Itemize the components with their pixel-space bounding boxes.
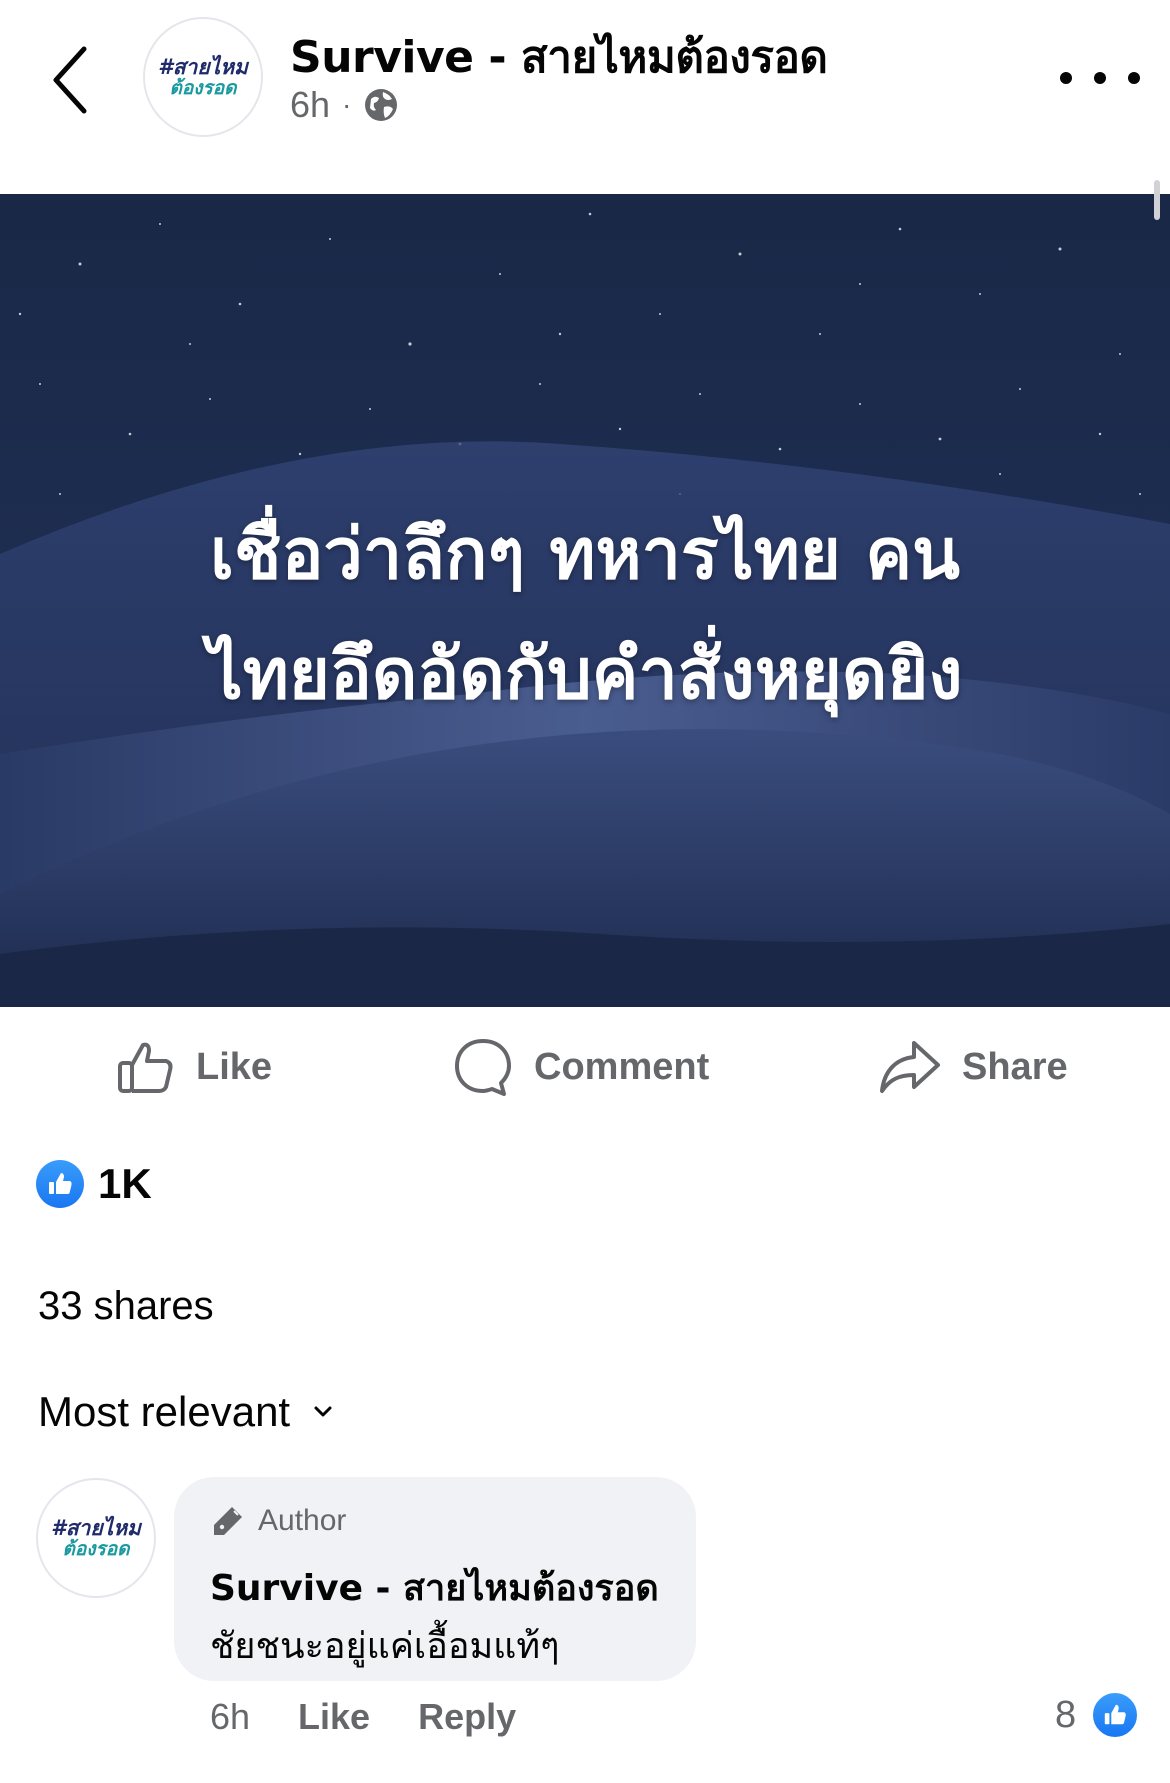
post-image-caption: เชื่อว่าลึกๆ ทหารไทย คน ไทยอึดอัดกับคำสั…	[0, 494, 1170, 734]
pen-icon	[214, 1507, 242, 1535]
avatar-logo-line1: #สายไหม	[51, 1516, 141, 1540]
share-label: Share	[962, 1045, 1068, 1088]
like-label: Like	[196, 1045, 273, 1088]
comment-text: ชัยชนะอยู่แค่เอื้อมแท้ๆ	[210, 1626, 560, 1667]
caption-line-2: ไทยอึดอัดกับคำสั่งหยุดยิง	[207, 633, 963, 715]
like-reaction-icon	[36, 1160, 84, 1208]
chevron-down-icon	[314, 1406, 332, 1417]
post-meta: 6h ·	[290, 84, 399, 126]
globe-icon	[365, 89, 398, 121]
comment-author-avatar[interactable]: #สายไหม ต้องรอด	[36, 1478, 156, 1598]
sort-label: Most relevant	[38, 1388, 291, 1435]
post-header: #สายไหม ต้องรอด Survive - สายไหมต้องรอด …	[0, 0, 1170, 194]
share-arrow-icon	[880, 1041, 940, 1093]
comment-like-count: 8	[1055, 1693, 1077, 1736]
comment-sort-dropdown[interactable]: Most relevant	[38, 1388, 334, 1436]
back-chevron-icon	[53, 46, 87, 114]
more-dot	[1094, 72, 1106, 84]
more-options-button[interactable]	[1060, 58, 1140, 98]
comment-time: 6h	[210, 1696, 251, 1737]
like-reaction-icon	[1090, 1690, 1141, 1740]
author-badge: Author	[210, 1503, 346, 1539]
reaction-count: 1K	[98, 1160, 152, 1207]
page-name[interactable]: Survive - สายไหมต้องรอด	[290, 22, 828, 92]
post-image[interactable]: เชื่อว่าลึกๆ ทหารไทย คน ไทยอึดอัดกับคำสั…	[0, 194, 1170, 1007]
more-dots-icon	[1060, 72, 1072, 84]
scroll-indicator[interactable]	[1154, 180, 1160, 220]
comment-meta: 6h Like Reply	[210, 1696, 516, 1738]
comment-button[interactable]: Comment	[452, 1037, 709, 1097]
post-time[interactable]: 6h	[290, 84, 330, 126]
shares-count[interactable]: 33 shares	[38, 1284, 214, 1329]
avatar-logo-line2: ต้องรอด	[169, 77, 237, 99]
like-button[interactable]: Like	[116, 1037, 272, 1097]
author-badge-label: Author	[258, 1504, 347, 1537]
meta-separator: ·	[342, 89, 352, 120]
more-dot	[1128, 72, 1140, 84]
comment-bubble[interactable]: Author Survive - สายไหมต้องรอด ชัยชนะอยู…	[174, 1477, 696, 1681]
comment-author-name[interactable]: Survive - สายไหมต้องรอด	[210, 1559, 659, 1616]
comment-reactions[interactable]: 8	[1055, 1690, 1141, 1740]
avatar-logo-line1: #สายไหม	[158, 55, 248, 79]
comment-reply-button[interactable]: Reply	[418, 1696, 516, 1738]
reactions-summary[interactable]: 1K	[36, 1160, 152, 1208]
share-button[interactable]: Share	[878, 1037, 1068, 1097]
thumbs-up-icon	[118, 1042, 173, 1093]
avatar-logo-line2: ต้องรอด	[62, 1538, 130, 1560]
back-button[interactable]	[40, 40, 100, 120]
comment-label: Comment	[534, 1045, 710, 1088]
post-action-bar: Like Comment Share	[0, 1007, 1170, 1127]
comment-bubble-icon	[455, 1039, 511, 1096]
caption-line-1: เชื่อว่าลึกๆ ทหารไทย คน	[210, 513, 960, 595]
comment-like-button[interactable]: Like	[298, 1696, 370, 1738]
page-avatar[interactable]: #สายไหม ต้องรอด	[143, 17, 263, 137]
